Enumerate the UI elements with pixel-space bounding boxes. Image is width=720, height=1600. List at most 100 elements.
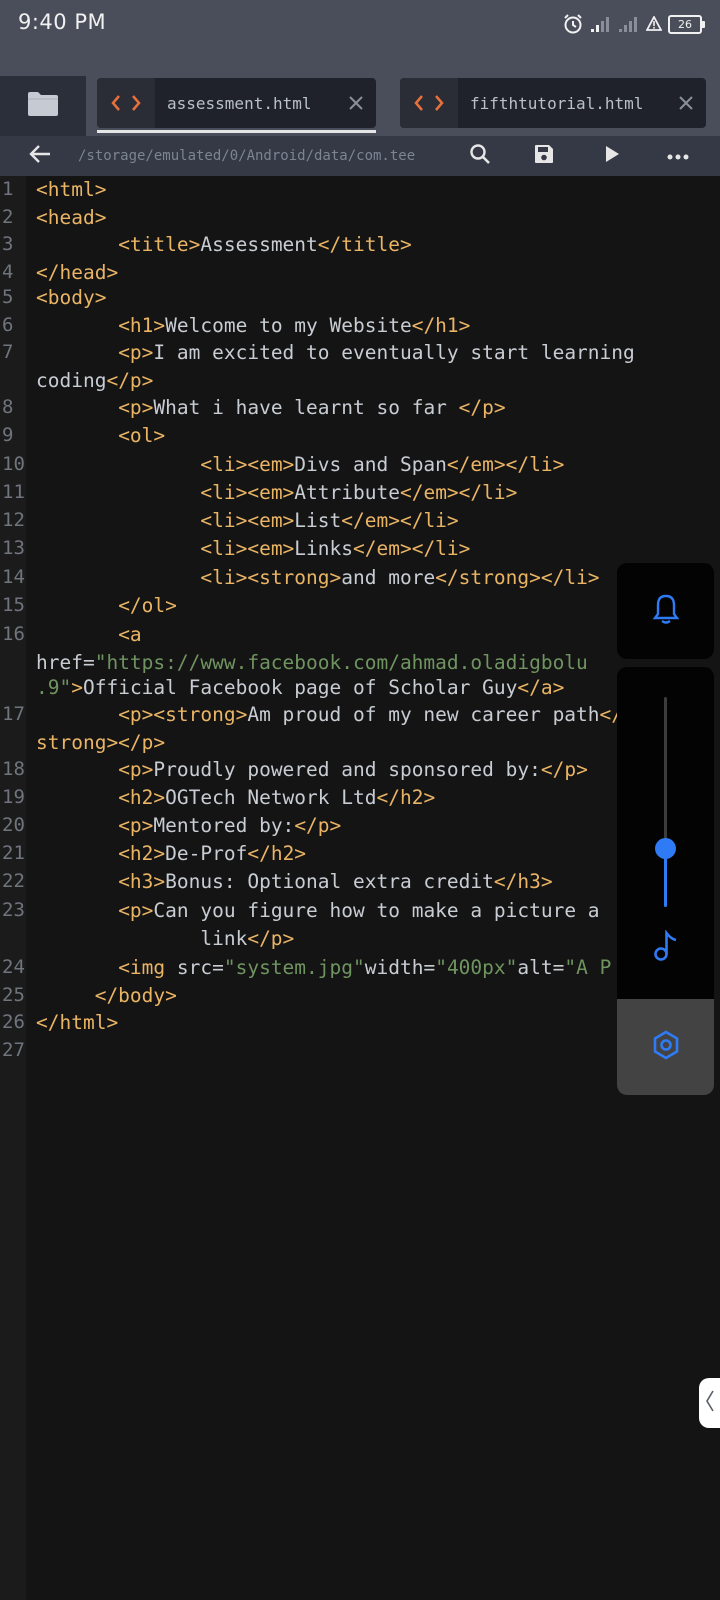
tab-assessment-html[interactable]: assessment.html xyxy=(97,78,376,128)
code-token: link xyxy=(36,927,248,950)
save-button[interactable] xyxy=(524,136,564,176)
code-token: </em></li> xyxy=(399,481,518,504)
sidebar-handle[interactable] xyxy=(699,1378,720,1428)
battery-icon: 26 xyxy=(668,14,705,34)
line-number: 16 xyxy=(2,623,25,645)
code-token: Am proud of my new career path xyxy=(247,703,600,726)
line-number: 21 xyxy=(2,842,25,864)
code-token: Bonus: Optional extra credit xyxy=(165,870,494,893)
more-options-button[interactable] xyxy=(656,136,700,176)
alert-icon xyxy=(646,16,662,32)
code-token: Attribute xyxy=(294,481,400,504)
code-token: What i have learnt so far xyxy=(153,396,459,419)
line-number: 13 xyxy=(2,537,25,559)
file-explorer-button[interactable] xyxy=(0,76,86,136)
settings-icon xyxy=(651,1029,681,1065)
code-content: <ol> xyxy=(36,422,165,449)
code-token: </p> xyxy=(458,396,506,419)
code-token: Assessment xyxy=(200,233,318,256)
notification-volume-panel[interactable] xyxy=(617,563,714,659)
line-number: 18 xyxy=(2,758,25,780)
line-number: 14 xyxy=(2,566,25,588)
active-tab-indicator xyxy=(97,130,376,133)
code-content: <html> xyxy=(36,176,106,203)
search-button[interactable] xyxy=(460,136,500,176)
code-token: </ol> xyxy=(118,594,177,617)
code-token: <p> xyxy=(118,758,154,781)
code-content: coding</p> xyxy=(36,367,153,394)
line-number: 24 xyxy=(2,956,25,978)
code-token: href= xyxy=(36,651,95,674)
code-token: alt= xyxy=(517,956,565,979)
bell-icon xyxy=(652,593,680,630)
line-number: 19 xyxy=(2,786,25,808)
tab-label: assessment.html xyxy=(167,93,312,113)
code-token: </em></li> xyxy=(353,537,471,560)
alarm-icon xyxy=(562,13,584,35)
code-token: <h3> xyxy=(118,870,166,893)
code-content: </html> xyxy=(36,1009,118,1036)
code-content: <title>Assessment</title> xyxy=(36,231,412,258)
code-token: Proudly powered and sponsored by: xyxy=(153,758,541,781)
code-token: OGTech Network Ltd xyxy=(165,786,377,809)
code-token: I am excited to eventually start learnin… xyxy=(153,341,635,364)
volume-settings-button[interactable] xyxy=(617,999,714,1095)
line-number: 6 xyxy=(2,314,14,336)
code-editor[interactable]: 1 <html> 2 <head> 3 <title>Assessment</title… xyxy=(0,176,720,1600)
code-content: </body> xyxy=(36,982,177,1009)
close-icon[interactable] xyxy=(666,78,706,128)
code-token: </h3> xyxy=(493,870,553,893)
line-number: 2 xyxy=(2,206,14,228)
code-token: </p> xyxy=(540,758,588,781)
volume-slider-handle[interactable] xyxy=(655,838,676,860)
code-token: </html> xyxy=(36,1011,119,1034)
code-token: "A P xyxy=(564,956,612,979)
close-icon[interactable] xyxy=(336,78,376,128)
save-icon xyxy=(534,144,554,169)
line-number: 9 xyxy=(2,424,14,446)
code-content: <p>What i have learnt so far </p> xyxy=(36,394,506,421)
code-token: </strong></li> xyxy=(435,566,600,589)
code-token: Links xyxy=(294,537,353,560)
back-button[interactable] xyxy=(22,136,58,176)
signal-icon xyxy=(618,15,640,33)
line-number: 27 xyxy=(2,1039,25,1061)
line-number: 5 xyxy=(2,286,14,308)
code-token: </p> xyxy=(247,927,295,950)
code-token: Official Facebook page of Scholar Guy xyxy=(82,676,518,699)
code-content: href="https://www.facebook.com/ahmad.ola… xyxy=(36,649,588,676)
status-icons: 26 xyxy=(562,12,705,36)
run-button[interactable] xyxy=(592,136,632,176)
code-content: .9">Official Facebook page of Scholar Gu… xyxy=(36,674,564,701)
code-token: <p><strong> xyxy=(118,703,248,726)
code-token: <head> xyxy=(36,206,107,229)
status-time: 9:40 PM xyxy=(18,10,107,34)
code-token: <p> xyxy=(118,396,154,419)
line-number: 3 xyxy=(2,233,14,255)
code-token: </head> xyxy=(36,261,119,284)
code-content: </head> xyxy=(36,259,118,286)
code-icon xyxy=(400,78,458,128)
media-volume-button[interactable] xyxy=(647,928,685,967)
code-token: <ol> xyxy=(118,424,166,447)
line-number: 23 xyxy=(2,899,25,921)
code-token: coding xyxy=(36,369,107,392)
code-content: <p>Proudly powered and sponsored by:</p> xyxy=(36,756,588,783)
code-content: <p>Mentored by:</p> xyxy=(36,812,341,839)
signal-icon xyxy=(590,15,612,33)
tab-fifthtutorial-html[interactable]: fifthtutorial.html xyxy=(400,78,706,128)
code-token: </h2> xyxy=(247,842,307,865)
